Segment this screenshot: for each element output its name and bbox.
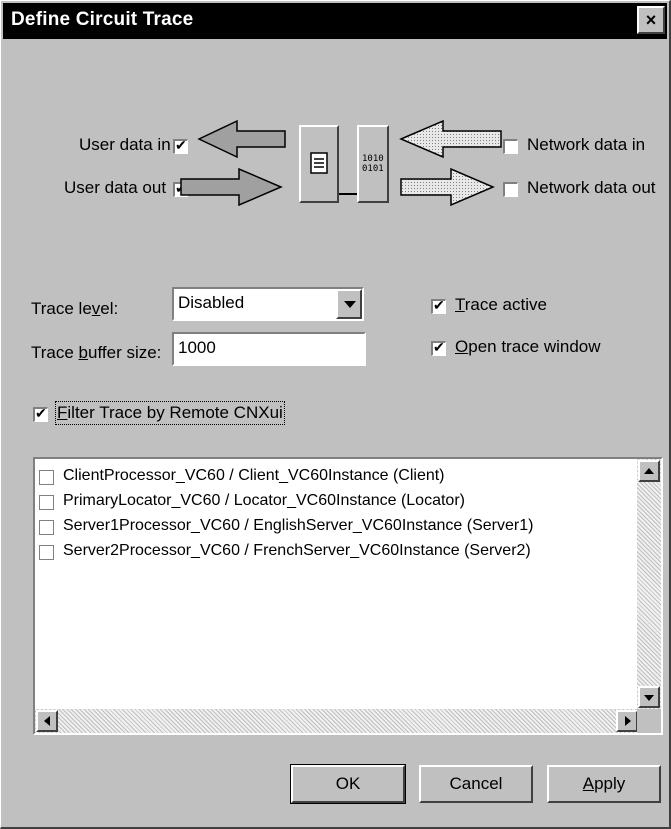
- close-button[interactable]: ×: [637, 6, 665, 34]
- define-circuit-trace-dialog: Define Circuit Trace × User data in User…: [0, 0, 671, 829]
- network-data-in-arrow-icon: [399, 119, 502, 159]
- trace-active-checkbox[interactable]: [431, 296, 446, 314]
- binary-glyph-bottom: 0101: [362, 164, 384, 174]
- scroll-up-icon[interactable]: [638, 460, 660, 482]
- scroll-down-icon[interactable]: [638, 686, 660, 708]
- user-data-in-checkbox[interactable]: [173, 136, 188, 154]
- trace-level-dropdown[interactable]: Disabled: [172, 287, 364, 321]
- horizontal-scrollbar[interactable]: [35, 709, 639, 733]
- filter-trace-checkbox[interactable]: [33, 404, 48, 422]
- open-trace-window-checkbox[interactable]: [431, 338, 446, 356]
- list-item-checkbox[interactable]: [39, 520, 54, 535]
- open-trace-window-label: Open trace window: [455, 337, 601, 356]
- binary-glyph-top: 1010: [362, 154, 384, 164]
- trace-level-label: Trace level:: [31, 299, 119, 318]
- binary-data-icon: 1010 0101: [362, 154, 384, 174]
- network-data-in-checkbox[interactable]: [503, 139, 518, 154]
- list-item-label: PrimaryLocator_VC60 / Locator_VC60Instan…: [63, 492, 465, 509]
- window-title: Define Circuit Trace: [11, 9, 194, 30]
- list-item-label: Server2Processor_VC60 / FrenchServer_VC6…: [63, 542, 531, 559]
- module-right-block: 1010 0101: [357, 125, 389, 203]
- module-connector: [339, 193, 357, 195]
- document-icon: [310, 152, 328, 174]
- filter-trace-label: Filter Trace by Remote CNXui: [55, 401, 285, 425]
- trace-buffer-label: Trace buffer size:: [31, 343, 162, 362]
- chevron-down-icon[interactable]: [336, 289, 362, 319]
- network-data-out-checkbox[interactable]: [503, 182, 518, 197]
- user-data-out-arrow-icon: [180, 167, 283, 207]
- list-item-checkbox[interactable]: [39, 495, 54, 510]
- ok-button[interactable]: OK: [290, 764, 406, 804]
- trace-level-value: Disabled: [178, 293, 245, 312]
- apply-button[interactable]: Apply: [547, 765, 661, 803]
- cancel-button[interactable]: Cancel: [419, 765, 533, 803]
- title-bar[interactable]: Define Circuit Trace ×: [3, 3, 667, 39]
- list-item-label: ClientProcessor_VC60 / Client_VC60Instan…: [63, 467, 445, 484]
- list-item-checkbox[interactable]: [39, 545, 54, 560]
- remote-cnxui-list[interactable]: ClientProcessor_VC60 / Client_VC60Instan…: [33, 457, 663, 735]
- list-item-label: Server1Processor_VC60 / EnglishServer_VC…: [63, 517, 534, 534]
- vertical-scrollbar[interactable]: [637, 459, 661, 709]
- network-data-in-label: Network data in: [527, 135, 646, 154]
- trace-buffer-size-input[interactable]: 1000: [172, 332, 366, 366]
- scrollbar-corner: [637, 709, 661, 733]
- scroll-left-icon[interactable]: [36, 710, 58, 732]
- list-item-checkbox[interactable]: [39, 470, 54, 485]
- user-data-in-label: User data in: [79, 135, 171, 154]
- trace-buffer-size-value: 1000: [178, 338, 216, 357]
- module-left-block: [299, 125, 339, 203]
- scroll-right-icon[interactable]: [616, 710, 638, 732]
- trace-active-label: Trace active: [455, 295, 547, 314]
- network-data-out-arrow-icon: [400, 167, 495, 207]
- user-data-in-arrow-icon: [197, 119, 286, 159]
- user-data-out-label: User data out: [64, 178, 167, 197]
- network-data-out-label: Network data out: [527, 178, 656, 197]
